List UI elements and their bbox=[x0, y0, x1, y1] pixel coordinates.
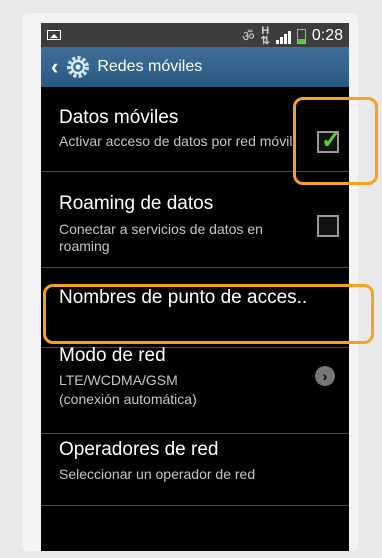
status-icons: ॐ H ⇅ 0:28 bbox=[241, 25, 343, 47]
back-icon[interactable]: ‹ bbox=[51, 54, 58, 80]
gear-icon[interactable] bbox=[66, 55, 90, 79]
setting-title: Operadores de red bbox=[59, 439, 219, 460]
setting-summary: Activar acceso de datos por red móvil bbox=[59, 133, 293, 149]
setting-data-roaming[interactable]: Roaming de datos Conectar a servicios de… bbox=[41, 171, 349, 268]
setting-summary-line1: LTE/WCDMA/GSM bbox=[59, 372, 178, 388]
highlight-checkbox bbox=[293, 97, 378, 185]
setting-summary-line2: (conexión automática) bbox=[59, 391, 197, 407]
setting-network-operators[interactable]: Operadores de red Seleccionar un operado… bbox=[41, 433, 349, 506]
action-bar: ‹ Redes móviles bbox=[41, 47, 349, 87]
setting-network-mode[interactable]: Modo de red LTE/WCDMA/GSM (conexión auto… bbox=[41, 345, 349, 434]
signal-icon bbox=[275, 28, 291, 44]
battery-icon bbox=[296, 28, 306, 44]
network-type-label: H bbox=[261, 25, 270, 37]
highlight-apn bbox=[43, 284, 374, 344]
setting-title: Roaming de datos bbox=[59, 193, 214, 214]
setting-summary: Seleccionar un operador de red bbox=[59, 466, 256, 482]
network-type-icon: H ⇅ bbox=[260, 25, 270, 47]
mute-icon: ॐ bbox=[241, 27, 255, 44]
chevron-right-icon: › bbox=[315, 366, 335, 386]
status-bar: ॐ H ⇅ 0:28 bbox=[41, 23, 349, 47]
gallery-icon bbox=[47, 30, 61, 40]
status-time: 0:28 bbox=[311, 27, 343, 44]
setting-summary: Conectar a servicios de datos en roaming bbox=[59, 221, 263, 254]
setting-title: Modo de red bbox=[59, 345, 166, 366]
page-title: Redes móviles bbox=[97, 58, 203, 75]
setting-title: Datos móviles bbox=[59, 107, 179, 128]
data-roaming-checkbox[interactable] bbox=[317, 215, 339, 237]
